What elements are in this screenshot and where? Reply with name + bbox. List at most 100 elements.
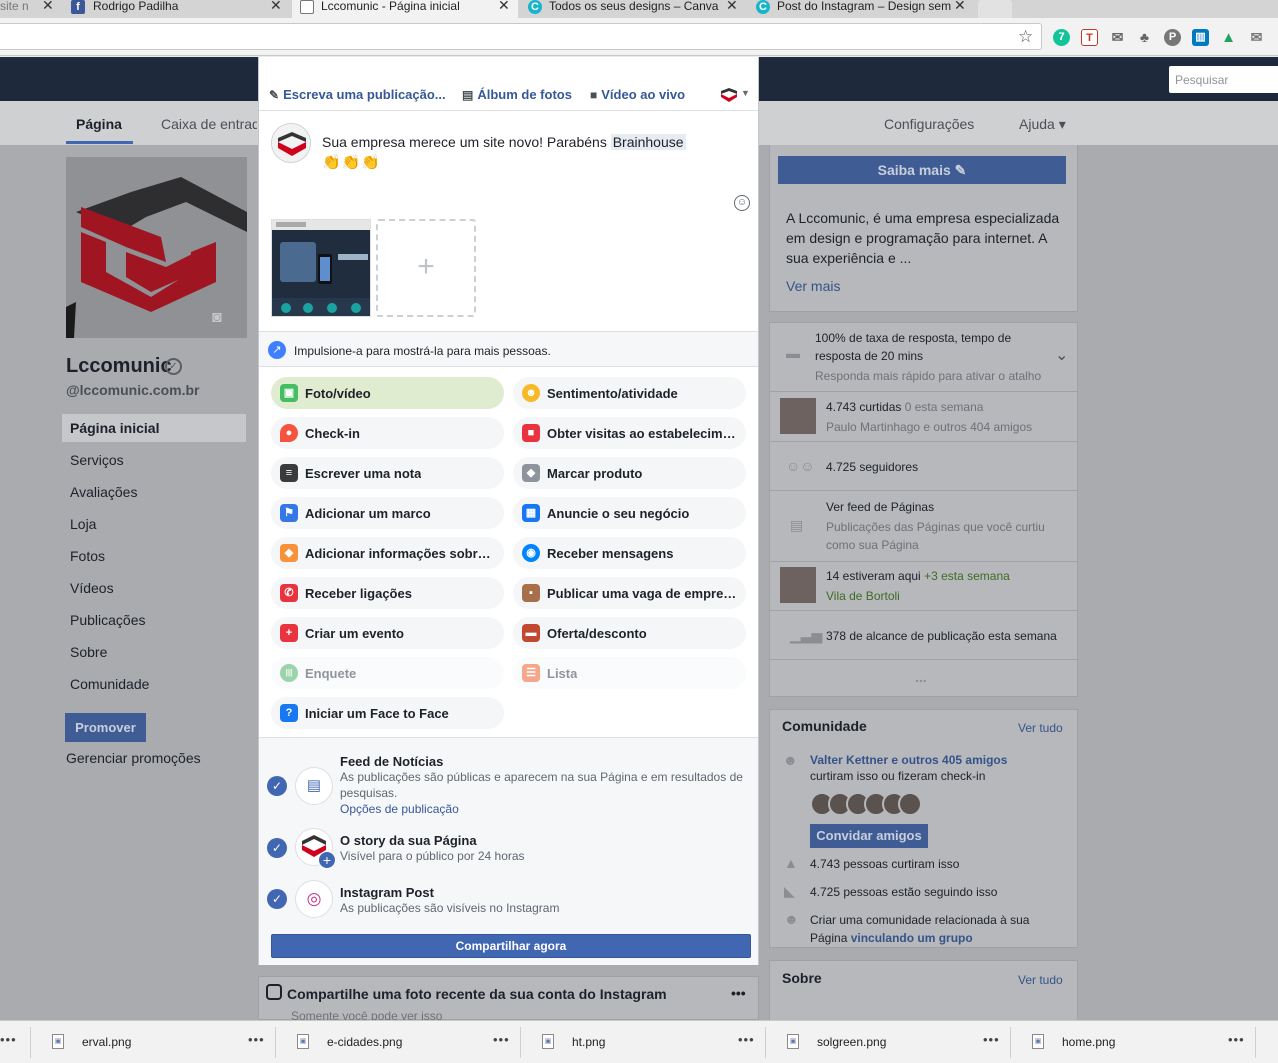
sidebar-item-sobre[interactable]: Sobre bbox=[70, 644, 107, 660]
link-group-link[interactable]: vinculando um grupo bbox=[851, 931, 973, 945]
instagram-card-title: Compartilhe uma foto recente da sua cont… bbox=[287, 986, 667, 1002]
action-advertise[interactable]: ▦ Anuncie o seu negócio bbox=[513, 497, 746, 529]
tab-ajuda[interactable]: Ajuda ▾ bbox=[1019, 116, 1066, 133]
pages-feed-title[interactable]: Ver feed de Páginas bbox=[826, 498, 934, 516]
post-as-selector[interactable]: ▼ bbox=[721, 88, 750, 105]
more-options-icon[interactable]: ••• bbox=[493, 1032, 510, 1047]
action-face-to-face[interactable]: ? Iniciar um Face to Face bbox=[271, 697, 504, 729]
grammarly-extension-icon[interactable]: 7 bbox=[1053, 29, 1070, 46]
sidebar-item-avaliacoes[interactable]: Avaliações bbox=[70, 484, 137, 500]
more-options-icon[interactable]: ••• bbox=[731, 985, 746, 1001]
download-item[interactable]: ▣ e-cidades.png ••• bbox=[279, 1021, 519, 1063]
sidebar-item-loja[interactable]: Loja bbox=[70, 516, 96, 532]
sidebar-item-publicacoes[interactable]: Publicações bbox=[70, 612, 146, 628]
response-hint: Responda mais rápido para ativar o atalh… bbox=[815, 369, 1042, 383]
avatar[interactable] bbox=[898, 792, 922, 816]
action-receive-messages[interactable]: ◉ Receber mensagens bbox=[513, 537, 746, 569]
download-item[interactable]: ▣ solgreen.png ••• bbox=[769, 1021, 1009, 1063]
tab-pagina[interactable]: Página bbox=[76, 116, 122, 132]
drive-extension-icon[interactable]: ▲ bbox=[1220, 29, 1237, 46]
tab-configuracoes[interactable]: Configurações bbox=[884, 116, 974, 132]
tab-caixa-de-entrada[interactable]: Caixa de entrada bbox=[161, 116, 257, 132]
invite-friends-button[interactable]: Convidar amigos bbox=[810, 824, 928, 848]
more-options-icon[interactable]: ••• bbox=[738, 1032, 755, 1047]
check-icon[interactable]: ✓ bbox=[267, 776, 287, 796]
evernote-extension-icon[interactable]: ♣ bbox=[1136, 29, 1153, 46]
emoji-picker-icon[interactable]: ☺ bbox=[734, 195, 750, 211]
browser-tab-active[interactable]: Lccomunic - Página inicial ✕ bbox=[292, 0, 518, 18]
action-feeling-activity[interactable]: ☻ Sentimento/atividade bbox=[513, 377, 746, 409]
action-receive-calls[interactable]: ✆ Receber ligações bbox=[271, 577, 504, 609]
sidebar-item-videos[interactable]: Vídeos bbox=[70, 580, 114, 596]
sidebar-item-comunidade[interactable]: Comunidade bbox=[70, 676, 149, 692]
check-icon[interactable]: ✓ bbox=[267, 889, 287, 909]
tab-write-post[interactable]: ✎ Escreva uma publicação... bbox=[269, 87, 446, 102]
friend-link[interactable]: Paulo Martinhago bbox=[826, 420, 920, 434]
action-create-event[interactable]: + Criar um evento bbox=[271, 617, 504, 649]
download-item[interactable]: ▣ home.png ••• bbox=[1014, 1021, 1254, 1063]
action-offer-discount[interactable]: ▬ Oferta/desconto bbox=[513, 617, 746, 649]
action-photo-video[interactable]: ▣ Foto/vídeo bbox=[271, 377, 504, 409]
downloads-bar: ••• ▣ erval.png ••• ▣ e-cidades.png ••• … bbox=[0, 1020, 1278, 1063]
sidebar-item-servicos[interactable]: Serviços bbox=[70, 452, 124, 468]
boost-post-bar[interactable]: ↗ Impulsione-a para mostrá-la para mais … bbox=[259, 331, 758, 367]
post-text-input[interactable]: Sua empresa merece um site novo! Parabén… bbox=[322, 134, 686, 150]
text-extension-icon[interactable]: T bbox=[1081, 29, 1098, 46]
inbox-extension-icon[interactable]: ✉ bbox=[1248, 29, 1265, 46]
community-see-all-link[interactable]: Ver tudo bbox=[1018, 719, 1063, 737]
browser-tab[interactable]: site n ✕ bbox=[0, 0, 64, 18]
checkin-avatar bbox=[780, 567, 816, 603]
browser-tab[interactable]: C Todos os seus designs – Canva ✕ bbox=[520, 0, 746, 18]
mail-extension-icon[interactable]: ✉ bbox=[1109, 29, 1126, 46]
close-icon[interactable]: ✕ bbox=[270, 0, 282, 12]
more-options-icon[interactable]: ••• bbox=[0, 1032, 17, 1047]
check-icon[interactable]: ✓ bbox=[267, 838, 287, 858]
action-job-post[interactable]: ▪ Publicar uma vaga de emprego bbox=[513, 577, 746, 609]
add-media-button[interactable]: + bbox=[376, 219, 476, 317]
attached-image-thumbnail[interactable] bbox=[271, 219, 371, 317]
download-item[interactable]: ▣ ht.png ••• bbox=[524, 1021, 764, 1063]
new-tab-button[interactable] bbox=[978, 0, 1012, 18]
action-write-note[interactable]: ≡ Escrever uma nota bbox=[271, 457, 504, 489]
more-options-icon[interactable]: ••• bbox=[1228, 1032, 1245, 1047]
action-check-in[interactable]: ● Check-in bbox=[271, 417, 504, 449]
address-bar[interactable] bbox=[0, 23, 1042, 50]
post-composer-dialog: ✎ Escreva uma publicação... ▤ Álbum de fot… bbox=[258, 57, 759, 965]
action-tag-product[interactable]: ◆ Marcar produto bbox=[513, 457, 746, 489]
close-icon[interactable]: ✕ bbox=[42, 0, 54, 12]
download-item[interactable]: ▣ erval.png ••• bbox=[34, 1021, 274, 1063]
close-icon[interactable]: ✕ bbox=[954, 0, 966, 12]
promote-button[interactable]: Promover bbox=[65, 713, 146, 742]
tab-live-video[interactable]: ■ Vídeo ao vivo bbox=[590, 87, 685, 102]
trello-extension-icon[interactable]: ▥ bbox=[1192, 29, 1209, 46]
action-add-milestone[interactable]: ⚑ Adicionar um marco bbox=[271, 497, 504, 529]
community-follows: 4.725 pessoas estão seguindo isso bbox=[810, 885, 998, 899]
action-get-visits[interactable]: ■ Obter visitas ao estabelecimento bbox=[513, 417, 746, 449]
close-icon[interactable]: ✕ bbox=[726, 0, 738, 12]
publication-options-link[interactable]: Opções de publicação bbox=[340, 802, 459, 816]
browser-tab[interactable]: C Post do Instagram – Design sem ✕ bbox=[748, 0, 974, 18]
bookmark-star-icon[interactable]: ☆ bbox=[1018, 27, 1033, 47]
close-icon[interactable]: ✕ bbox=[498, 0, 510, 12]
learn-more-button[interactable]: Saiba mais ✎ bbox=[778, 156, 1066, 184]
sidebar-item-fotos[interactable]: Fotos bbox=[70, 548, 105, 564]
sidebar-item-pagina-inicial[interactable]: Página inicial bbox=[70, 420, 159, 436]
share-now-button[interactable]: Compartilhar agora bbox=[271, 934, 751, 958]
more-options-icon[interactable]: ••• bbox=[983, 1032, 1000, 1047]
see-more-link[interactable]: Ver mais bbox=[786, 276, 840, 296]
chevron-down-icon[interactable]: ⌄ bbox=[1055, 345, 1068, 365]
browser-tab[interactable]: f Rodrigo Padilha ✕ bbox=[66, 0, 290, 18]
about-see-all-link[interactable]: Ver tudo bbox=[1018, 971, 1063, 989]
mention-tag[interactable]: Brainhouse bbox=[610, 134, 686, 150]
more-dots-icon[interactable]: ... bbox=[915, 669, 927, 685]
action-product-info[interactable]: ◆ Adicionar informações sobre o produto bbox=[271, 537, 504, 569]
search-input[interactable]: Pesquisar bbox=[1169, 66, 1278, 93]
manage-promotions-link[interactable]: Gerenciar promoções bbox=[66, 750, 201, 766]
camera-icon[interactable]: ◙ bbox=[212, 309, 222, 327]
more-options-icon[interactable]: ••• bbox=[248, 1032, 265, 1047]
destination-subtitle: As publicações são visíveis no Instagram bbox=[340, 901, 560, 915]
destination-title: Instagram Post bbox=[340, 885, 434, 900]
tab-photo-album[interactable]: ▤ Álbum de fotos bbox=[462, 87, 572, 102]
pinterest-extension-icon[interactable]: P bbox=[1164, 29, 1181, 46]
checkin-place[interactable]: Vila de Bortoli bbox=[826, 587, 900, 605]
